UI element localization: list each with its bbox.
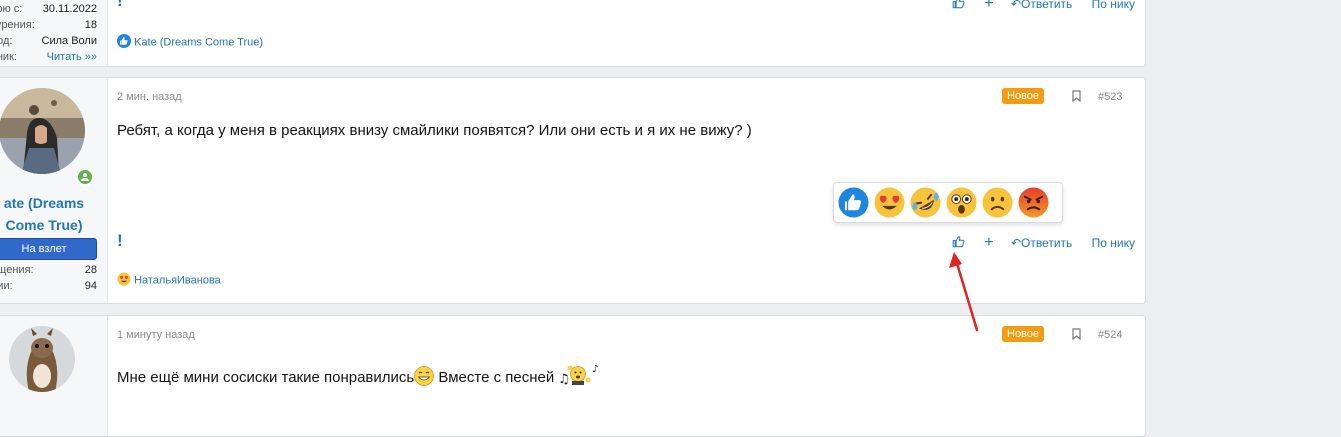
stat-value: 30.11.2022: [42, 3, 97, 15]
new-badge: Новое: [1002, 326, 1045, 342]
stat-label: ции:: [0, 280, 13, 292]
author-name-line: ate (Dreams: [3, 195, 85, 211]
report-icon[interactable]: !: [117, 231, 123, 251]
post-time[interactable]: 2 мин. назад: [117, 91, 182, 103]
stat-label: род:: [0, 35, 13, 47]
svg-text:♫: ♫: [558, 372, 570, 386]
stat-label: курения:: [0, 19, 35, 31]
post-522: урю с: 30.11.2022 курения: 18 род: Сила Вол…: [0, 0, 1146, 67]
reply-by-nick-button[interactable]: По нику: [1092, 0, 1135, 11]
add-reaction-button[interactable]: +: [984, 0, 993, 13]
post-524-sidebar: [0, 316, 108, 436]
avatar[interactable]: [9, 326, 75, 392]
online-status-icon: [76, 168, 94, 186]
reply-icon: ↶: [1010, 236, 1021, 251]
post-523-sidebar: ate (Dreams Come True) На взлет бщения: 2…: [0, 78, 108, 303]
svg-text:♪: ♪: [592, 364, 598, 375]
author-name[interactable]: ate (Dreams Come True): [0, 192, 97, 236]
read-more-link[interactable]: Читать »»: [47, 51, 97, 63]
astonished-icon[interactable]: [946, 187, 977, 218]
thumbs-up-icon: [952, 0, 965, 9]
stat-label: бщения:: [0, 264, 34, 276]
report-icon[interactable]: !: [117, 0, 123, 11]
reactor-link[interactable]: НатальяИванова: [134, 275, 221, 287]
stat-label: урю с:: [0, 3, 23, 15]
like-button[interactable]: [952, 0, 965, 12]
singing-emoji-icon: ♫ ♪: [558, 362, 602, 390]
sad-icon[interactable]: [982, 187, 1013, 218]
author-name-line: Come True): [5, 217, 83, 233]
post-message: Мне ещё мини сосиски такие понравились В…: [117, 362, 602, 390]
grin-emoji-icon: [414, 366, 435, 390]
reactor-link[interactable]: Kate (Dreams Come True): [134, 37, 263, 49]
message-text: Мне ещё мини сосиски такие понравились: [117, 369, 415, 386]
reaction-list: Kate (Dreams Come True): [117, 34, 263, 51]
heart-eyes-reaction-icon: [117, 272, 131, 289]
reply-label: Ответить: [1021, 0, 1073, 12]
like-reaction-icon: [117, 34, 131, 51]
reaction-picker: [833, 182, 1063, 223]
reply-by-nick-button[interactable]: По нику: [1092, 236, 1135, 250]
angry-icon[interactable]: [1018, 187, 1049, 218]
post-522-sidebar: урю с: 30.11.2022 курения: 18 род: Сила Вол…: [0, 0, 108, 66]
stat-value: 94: [84, 280, 97, 292]
post-time[interactable]: 1 минуту назад: [117, 329, 195, 341]
reply-button[interactable]: ↶Ответить: [1010, 236, 1073, 251]
reply-icon: ↶: [1010, 0, 1021, 12]
like-icon[interactable]: [838, 187, 869, 218]
reaction-list: НатальяИванова: [117, 272, 221, 289]
bookmark-icon[interactable]: [1072, 90, 1081, 102]
avatar[interactable]: [0, 88, 85, 174]
stat-value: Сила Воли: [41, 35, 97, 47]
user-role-badge: На взлет: [0, 238, 97, 260]
rofl-icon[interactable]: [910, 187, 941, 218]
post-number[interactable]: #523: [1098, 91, 1122, 103]
stat-label: вник:: [0, 51, 17, 63]
annotation-arrow: [949, 252, 979, 332]
post-message: Ребят, а когда у меня в реакциях внизу с…: [117, 122, 752, 139]
message-text: Вместе с песней: [434, 369, 559, 386]
new-badge: Новое: [1002, 88, 1045, 104]
reply-label: Ответить: [1021, 236, 1073, 251]
stat-value: 28: [84, 264, 97, 276]
post-number[interactable]: #524: [1098, 329, 1122, 341]
post-522-content: ! + ↶Ответить По нику Kate (Dreams Come …: [107, 0, 1145, 66]
reply-button[interactable]: ↶Ответить: [1011, 0, 1072, 11]
bookmark-icon[interactable]: [1072, 328, 1081, 340]
heart-eyes-icon[interactable]: [874, 187, 905, 218]
post-actions: + ↶Ответить По нику: [952, 0, 1135, 13]
stat-value: 18: [84, 19, 97, 31]
